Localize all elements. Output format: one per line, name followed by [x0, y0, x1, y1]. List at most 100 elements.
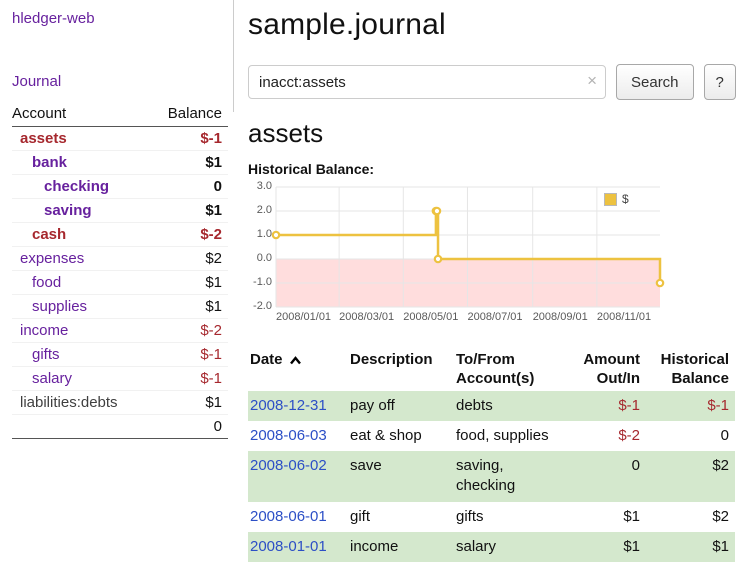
- transactions-header-row: Date Description To/From Account(s) Amou…: [248, 349, 735, 391]
- transaction-row: 2008-12-31 pay off debts $-1 $-1: [248, 391, 735, 421]
- account-link[interactable]: income: [20, 322, 68, 339]
- account-link[interactable]: saving: [44, 202, 92, 219]
- legend-swatch-icon: [604, 193, 617, 206]
- account-row: cash $-2: [12, 223, 228, 247]
- y-axis-label: 3.0: [248, 180, 272, 192]
- app-title-link[interactable]: hledger-web: [12, 10, 95, 27]
- chart-point: [273, 232, 279, 238]
- accounts-cell: food, supplies: [450, 421, 568, 451]
- date-link[interactable]: 2008-06-01: [250, 508, 327, 525]
- description-cell: pay off: [344, 391, 450, 421]
- account-row: food $1: [12, 271, 228, 295]
- account-row: bank $1: [12, 151, 228, 175]
- x-axis-label: 2008/07/01: [467, 311, 522, 323]
- date-link[interactable]: 2008-01-01: [250, 538, 327, 555]
- accounts-table: Account Balance assets $-1 bank $1 check…: [12, 102, 228, 439]
- account-balance: $1: [150, 391, 228, 415]
- account-row: income $-2: [12, 319, 228, 343]
- nav-journal-link[interactable]: Journal: [12, 73, 61, 90]
- clear-search-icon[interactable]: ×: [587, 71, 597, 91]
- account-link[interactable]: salary: [32, 370, 72, 387]
- account-link[interactable]: cash: [32, 226, 66, 243]
- transaction-row: 2008-06-02 save saving, checking 0 $2: [248, 451, 735, 502]
- description-cell: save: [344, 451, 450, 502]
- account-row: assets $-1: [12, 127, 228, 151]
- account-row: supplies $1: [12, 295, 228, 319]
- date-cell: 2008-06-03: [248, 421, 344, 451]
- account-link[interactable]: food: [32, 274, 61, 291]
- transaction-row: 2008-06-03 eat & shop food, supplies $-2…: [248, 421, 735, 451]
- balance-cell: $2: [646, 502, 735, 532]
- search-button[interactable]: Search: [616, 64, 694, 100]
- date-cell: 2008-06-02: [248, 451, 344, 502]
- help-button[interactable]: ?: [704, 64, 736, 100]
- amount-cell: $1: [568, 532, 646, 562]
- description-cell: income: [344, 532, 450, 562]
- chart-y-axis: 3.02.01.00.0-1.0-2.0: [248, 187, 272, 307]
- transactions-table: Date Description To/From Account(s) Amou…: [248, 349, 735, 562]
- chart-plot: [276, 187, 660, 307]
- search-box: ×: [248, 65, 606, 99]
- amount-cell: $1: [568, 502, 646, 532]
- account-link[interactable]: bank: [32, 154, 67, 171]
- account-balance: $1: [150, 151, 228, 175]
- accounts-cell: debts: [450, 391, 568, 421]
- y-axis-label: 0.0: [248, 252, 272, 264]
- search-input[interactable]: [248, 65, 606, 99]
- header-description: Description: [344, 349, 450, 391]
- y-axis-label: -2.0: [248, 300, 272, 312]
- legend-label: $: [622, 192, 629, 206]
- accounts-cell: salary: [450, 532, 568, 562]
- account-link[interactable]: expenses: [20, 250, 84, 267]
- account-balance: 0: [150, 175, 228, 199]
- accounts-cell: gifts: [450, 502, 568, 532]
- page-title: sample.journal: [248, 8, 736, 42]
- y-axis-label: -1.0: [248, 276, 272, 288]
- chart-legend: $: [604, 192, 629, 206]
- sort-ascending-icon: [289, 356, 302, 365]
- account-link[interactable]: checking: [44, 178, 109, 195]
- balance-cell: $1: [646, 532, 735, 562]
- date-link[interactable]: 2008-06-03: [250, 427, 327, 444]
- header-date[interactable]: Date: [248, 349, 344, 391]
- description-cell: eat & shop: [344, 421, 450, 451]
- accounts-total-value: 0: [150, 415, 228, 439]
- account-balance: $-1: [150, 367, 228, 391]
- description-cell: gift: [344, 502, 450, 532]
- amount-cell: $-2: [568, 421, 646, 451]
- date-link[interactable]: 2008-06-02: [250, 457, 327, 474]
- header-historical-balance: Historical Balance: [646, 349, 735, 391]
- account-balance: $-2: [150, 223, 228, 247]
- account-link[interactable]: supplies: [32, 298, 87, 315]
- accounts-total-row: 0: [12, 415, 228, 439]
- account-balance: $-1: [150, 127, 228, 151]
- account-balance: $-2: [150, 319, 228, 343]
- account-balance: $1: [150, 199, 228, 223]
- account-link[interactable]: assets: [20, 130, 67, 147]
- account-heading: assets: [248, 118, 736, 149]
- x-axis-label: 2008/03/01: [339, 311, 394, 323]
- account-balance: $1: [150, 295, 228, 319]
- account-row: gifts $-1: [12, 343, 228, 367]
- account-balance: $-1: [150, 343, 228, 367]
- account-row: salary $-1: [12, 367, 228, 391]
- main-content: sample.journal × Search ? assets Histori…: [232, 0, 742, 562]
- amount-cell: 0: [568, 451, 646, 502]
- account-link[interactable]: liabilities:debts: [20, 394, 118, 411]
- account-balance: $1: [150, 271, 228, 295]
- y-axis-label: 2.0: [248, 204, 272, 216]
- accounts-header-row: Account Balance: [12, 102, 228, 127]
- sidebar-divider: [233, 0, 234, 112]
- date-link[interactable]: 2008-12-31: [250, 397, 327, 414]
- account-link[interactable]: gifts: [32, 346, 60, 363]
- search-form: × Search ?: [248, 64, 736, 100]
- account-row: expenses $2: [12, 247, 228, 271]
- account-row: liabilities:debts $1: [12, 391, 228, 415]
- accounts-header-balance: Balance: [150, 102, 228, 127]
- date-cell: 2008-12-31: [248, 391, 344, 421]
- chart-point: [435, 256, 441, 262]
- balance-cell: 0: [646, 421, 735, 451]
- date-cell: 2008-01-01: [248, 532, 344, 562]
- account-row: saving $1: [12, 199, 228, 223]
- balance-cell: $-1: [646, 391, 735, 421]
